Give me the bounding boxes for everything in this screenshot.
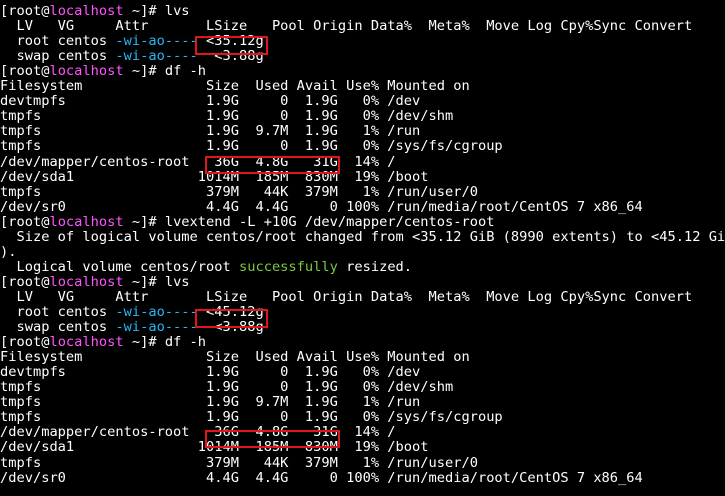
hostname-text: localhost (49, 63, 124, 80)
terminal-line: devtmpfs 1.9G 0 1.9G 0% /dev (0, 94, 420, 109)
terminal-line: [root@localhost ~]# df -h (0, 64, 206, 79)
terminal-line: LV VG Attr LSize Pool Origin Data% Meta%… (0, 288, 693, 305)
terminal-line: Size of logical volume centos/root chang… (0, 228, 725, 245)
terminal-line: swap centos -wi-ao---- <3.88g (0, 319, 264, 336)
success-text: successfully (238, 258, 338, 275)
terminal-line: tmpfs 1.9G 0 1.9G 0% /sys/fs/cgroup (0, 139, 503, 154)
terminal-line: /dev/sr0 4.4G 4.4G 0 100% /run/media/roo… (0, 198, 643, 215)
terminal-text: Size of logical volume centos/root chang… (0, 228, 725, 245)
terminal-text: devtmpfs 1.9G 0 1.9G 0% /dev (0, 93, 421, 110)
terminal-text: <35.12g (197, 33, 264, 50)
lv-attr-text: -wi-ao---- (115, 319, 198, 336)
terminal-text: tmpfs 1.9G 0 1.9G 0% /dev/shm (0, 379, 454, 396)
terminal-text: <3.88g (197, 48, 264, 65)
terminal-text: swap centos (0, 48, 116, 65)
terminal-line: /dev/mapper/centos-root 36G 4.8G 31G 14%… (0, 425, 396, 440)
terminal-line: tmpfs 1.9G 0 1.9G 0% /dev/shm (0, 109, 453, 124)
terminal-text: /dev/sda1 1014M 185M 830M 19% /boot (0, 168, 429, 185)
terminal-text: [root@ (0, 3, 50, 19)
lv-attr-text: -wi-ao---- (115, 304, 198, 320)
lv-attr-text: -wi-ao---- (115, 48, 198, 65)
terminal-text: ~]# lvs (123, 3, 190, 19)
terminal-text: LV VG Attr LSize Pool Origin Data% Meta%… (0, 18, 693, 35)
terminal-line: root centos -wi-ao---- <45.12g (0, 304, 264, 320)
terminal-text: /dev/mapper/centos-root 36G 4.8G 31G 14%… (0, 424, 396, 441)
hostname-text: localhost (49, 334, 124, 351)
terminal-text: tmpfs 1.9G 9.7M 1.9G 1% /run (0, 123, 421, 140)
lv-attr-text: -wi-ao---- (115, 33, 198, 50)
terminal-text: ). (0, 243, 17, 260)
terminal-text: [root@ (0, 63, 50, 80)
terminal-line: tmpfs 1.9G 9.7M 1.9G 1% /run (0, 395, 420, 410)
terminal-text: ~]# lvextend -L +10G /dev/mapper/centos-… (123, 213, 495, 230)
terminal-text: Filesystem Size Used Avail Use% Mounted … (0, 349, 470, 366)
terminal-line: tmpfs 1.9G 0 1.9G 0% /dev/shm (0, 380, 453, 395)
terminal-line: ). (0, 243, 17, 260)
terminal-line: tmpfs 1.9G 0 1.9G 0% /sys/fs/cgroup (0, 410, 503, 425)
terminal-text: ~]# df -h (123, 334, 207, 351)
terminal-line: root centos -wi-ao---- <35.12g (0, 33, 264, 50)
terminal-text: <45.12g (197, 304, 264, 320)
terminal-line: devtmpfs 1.9G 0 1.9G 0% /dev (0, 365, 420, 380)
terminal-text: LV VG Attr LSize Pool Origin Data% Meta%… (0, 288, 693, 305)
hostname-text: localhost (49, 213, 124, 230)
terminal-text: tmpfs 1.9G 0 1.9G 0% /dev/shm (0, 108, 454, 125)
terminal-text: ~]# lvs (123, 273, 190, 290)
terminal-text: resized. (337, 258, 413, 275)
terminal-text: tmpfs 1.9G 9.7M 1.9G 1% /run (0, 394, 421, 411)
terminal-line: /dev/sda1 1014M 185M 830M 19% /boot (0, 440, 429, 455)
terminal-text: tmpfs 1.9G 0 1.9G 0% /sys/fs/cgroup (0, 409, 503, 426)
terminal-text: /dev/mapper/centos-root 36G 4.8G 31G 14%… (0, 153, 396, 170)
terminal-text: /dev/sr0 4.4G 4.4G 0 100% /run/media/roo… (0, 469, 643, 486)
terminal-line: Filesystem Size Used Avail Use% Mounted … (0, 350, 470, 365)
terminal-line: LV VG Attr LSize Pool Origin Data% Meta%… (0, 19, 692, 34)
terminal-line: Filesystem Size Used Avail Use% Mounted … (0, 79, 470, 94)
terminal-text: /dev/sr0 4.4G 4.4G 0 100% /run/media/roo… (0, 198, 643, 215)
terminal-line: Logical volume centos/root successfully … (0, 258, 413, 275)
terminal-text: root centos (0, 33, 116, 50)
terminal-line: [root@localhost ~]# df -h (0, 335, 206, 350)
terminal-line: /dev/mapper/centos-root 36G 4.8G 31G 14%… (0, 153, 396, 170)
terminal-line: tmpfs 379M 44K 379M 1% /run/user/0 (0, 183, 478, 200)
terminal-line: [root@localhost ~]# lvs (0, 4, 190, 19)
terminal-text: swap centos (0, 319, 116, 336)
terminal-text: root centos (0, 304, 116, 320)
terminal-line: swap centos -wi-ao---- <3.88g (0, 48, 264, 65)
terminal-text: tmpfs 379M 44K 379M 1% /run/user/0 (0, 183, 478, 200)
terminal-text: /dev/sda1 1014M 185M 830M 19% /boot (0, 439, 429, 456)
terminal-text: [root@ (0, 213, 50, 230)
terminal-line: tmpfs 1.9G 9.7M 1.9G 1% /run (0, 124, 420, 139)
terminal-line: /dev/sr0 4.4G 4.4G 0 100% /run/media/roo… (0, 469, 643, 486)
terminal-text: tmpfs 379M 44K 379M 1% /run/user/0 (0, 454, 478, 471)
terminal-text: Filesystem Size Used Avail Use% Mounted … (0, 78, 470, 95)
terminal-line: /dev/sda1 1014M 185M 830M 19% /boot (0, 168, 429, 185)
terminal-text: <3.88g (197, 319, 264, 336)
terminal-text: [root@ (0, 273, 50, 290)
hostname-text: localhost (49, 273, 124, 290)
terminal-text: Logical volume centos/root (0, 258, 239, 275)
terminal-text: devtmpfs 1.9G 0 1.9G 0% /dev (0, 364, 421, 381)
terminal-line: [root@localhost ~]# lvextend -L +10G /de… (0, 213, 495, 230)
hostname-text: localhost (49, 3, 124, 19)
terminal-text: ~]# df -h (123, 63, 207, 80)
terminal-text: tmpfs 1.9G 0 1.9G 0% /sys/fs/cgroup (0, 138, 503, 155)
terminal-line: [root@localhost ~]# lvs (0, 273, 190, 290)
terminal-window[interactable]: [root@localhost ~]# lvs LV VG Attr LSize… (0, 0, 725, 496)
terminal-line: tmpfs 379M 44K 379M 1% /run/user/0 (0, 454, 478, 471)
terminal-text: [root@ (0, 334, 50, 351)
